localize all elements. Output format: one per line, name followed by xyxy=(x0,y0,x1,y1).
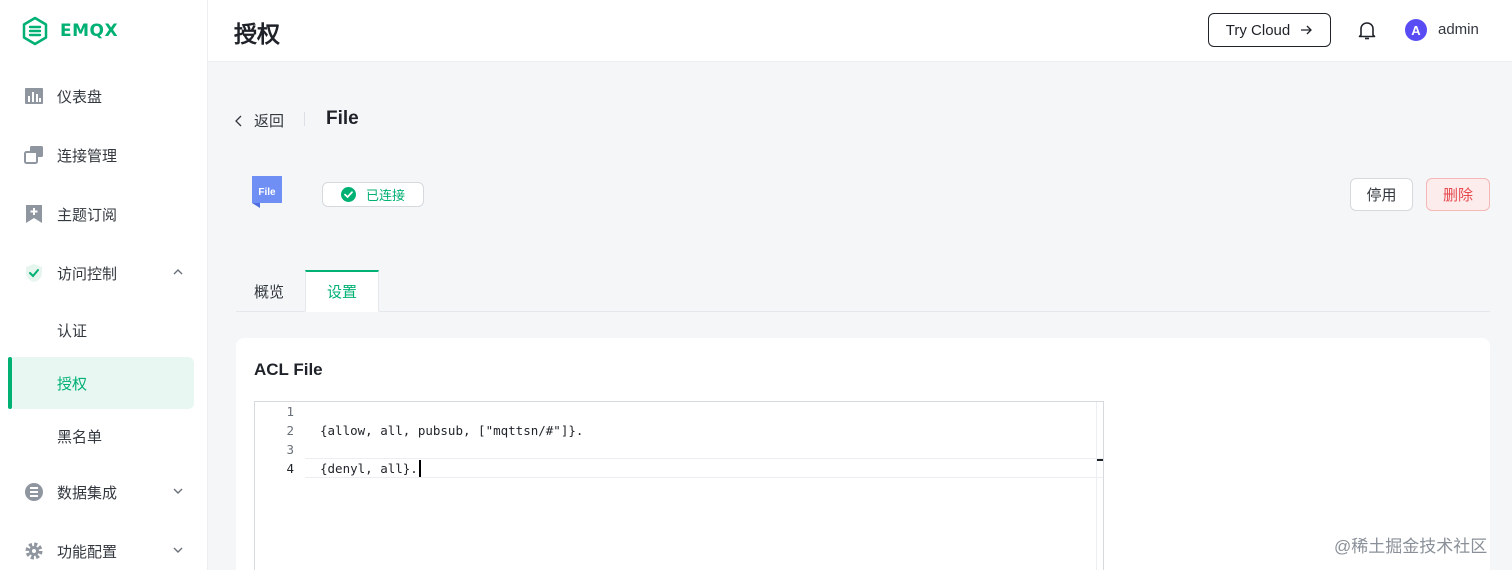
sidebar-item-data-integration[interactable]: 数据集成 xyxy=(8,466,194,518)
page-title: 授权 xyxy=(234,21,280,47)
line-number: 1 xyxy=(286,404,294,419)
sidebar-item-blacklist[interactable]: 黑名单 xyxy=(8,410,194,462)
file-logo-text: File xyxy=(258,187,276,198)
access-control-icon xyxy=(24,263,44,283)
acl-file-card: ACL File 1 2 3 4 {allow, all, pubsub, ["… xyxy=(236,338,1490,570)
sidebar-item-access-control[interactable]: 访问控制 xyxy=(8,247,194,299)
line-number: 4 xyxy=(286,461,294,476)
try-cloud-label: Try Cloud xyxy=(1225,21,1291,39)
sidebar: EMQX 仪表盘 连接管理 主题订阅 访问控制 认证 授权 黑名单 数据集成 功… xyxy=(0,0,208,570)
code-line: {allow, all, pubsub, ["mqttsn/#"]}. xyxy=(320,423,584,438)
settings-icon xyxy=(24,541,44,561)
connections-icon xyxy=(24,145,44,165)
detail-title: File xyxy=(326,108,359,129)
sidebar-item-label: 认证 xyxy=(57,322,88,340)
avatar[interactable]: A xyxy=(1405,19,1427,41)
tabs-divider xyxy=(236,311,1490,312)
code-line: {denyl, all}. xyxy=(320,461,418,476)
check-circle-icon xyxy=(341,187,356,202)
sidebar-item-label: 授权 xyxy=(57,375,88,393)
tab-overview[interactable]: 概览 xyxy=(236,270,302,312)
brand-name: EMQX xyxy=(60,21,119,41)
top-header: 授权 Try Cloud A admin xyxy=(208,0,1512,62)
sidebar-item-dashboard[interactable]: 仪表盘 xyxy=(8,70,194,122)
sidebar-item-label: 连接管理 xyxy=(57,147,118,165)
current-line-highlight xyxy=(305,458,1103,478)
sidebar-item-subscriptions[interactable]: 主题订阅 xyxy=(8,188,194,240)
back-button[interactable]: 返回 xyxy=(234,110,284,131)
chevron-down-icon xyxy=(173,488,183,494)
editor-scrollbar[interactable] xyxy=(1096,402,1097,570)
subscriptions-icon xyxy=(24,204,44,224)
sidebar-item-label: 黑名单 xyxy=(57,428,103,446)
sidebar-item-connections[interactable]: 连接管理 xyxy=(8,129,194,181)
sidebar-item-authorization[interactable]: 授权 xyxy=(8,357,194,409)
sidebar-item-settings[interactable]: 功能配置 xyxy=(8,525,194,570)
line-number: 2 xyxy=(286,423,294,438)
data-integration-icon xyxy=(24,482,44,502)
sidebar-item-label: 数据集成 xyxy=(57,484,118,502)
sidebar-item-label: 功能配置 xyxy=(57,543,118,561)
breadcrumb-divider xyxy=(304,112,305,126)
sidebar-item-label: 仪表盘 xyxy=(57,88,103,106)
bell-icon[interactable] xyxy=(1356,19,1378,41)
disable-button[interactable]: 停用 xyxy=(1350,178,1413,211)
sidebar-item-label: 访问控制 xyxy=(57,265,118,283)
chevron-up-icon xyxy=(173,269,183,275)
back-label: 返回 xyxy=(254,113,285,130)
sidebar-item-label: 主题订阅 xyxy=(57,206,118,224)
dashboard-icon xyxy=(24,86,44,106)
emqx-logo-icon xyxy=(22,16,48,46)
line-number: 3 xyxy=(286,442,294,457)
acl-code-editor[interactable]: 1 2 3 4 {allow, all, pubsub, ["mqttsn/#"… xyxy=(254,401,1104,570)
delete-button[interactable]: 删除 xyxy=(1426,178,1490,211)
watermark-text: @稀土掘金技术社区 xyxy=(1334,537,1488,556)
scrollbar-marker xyxy=(1097,459,1103,461)
status-text: 已连接 xyxy=(366,188,406,203)
try-cloud-button[interactable]: Try Cloud xyxy=(1208,13,1331,47)
text-caret xyxy=(419,460,421,477)
arrow-right-icon xyxy=(1301,25,1313,35)
acl-file-title: ACL File xyxy=(254,360,323,379)
chevron-down-icon xyxy=(173,547,183,553)
tab-settings[interactable]: 设置 xyxy=(305,270,379,312)
chevron-left-icon xyxy=(235,115,242,126)
file-source-logo: File xyxy=(252,176,282,208)
username[interactable]: admin xyxy=(1438,21,1479,38)
status-badge: 已连接 xyxy=(322,182,424,207)
brand-logo[interactable]: EMQX xyxy=(20,16,118,46)
sidebar-item-authentication[interactable]: 认证 xyxy=(8,304,194,356)
